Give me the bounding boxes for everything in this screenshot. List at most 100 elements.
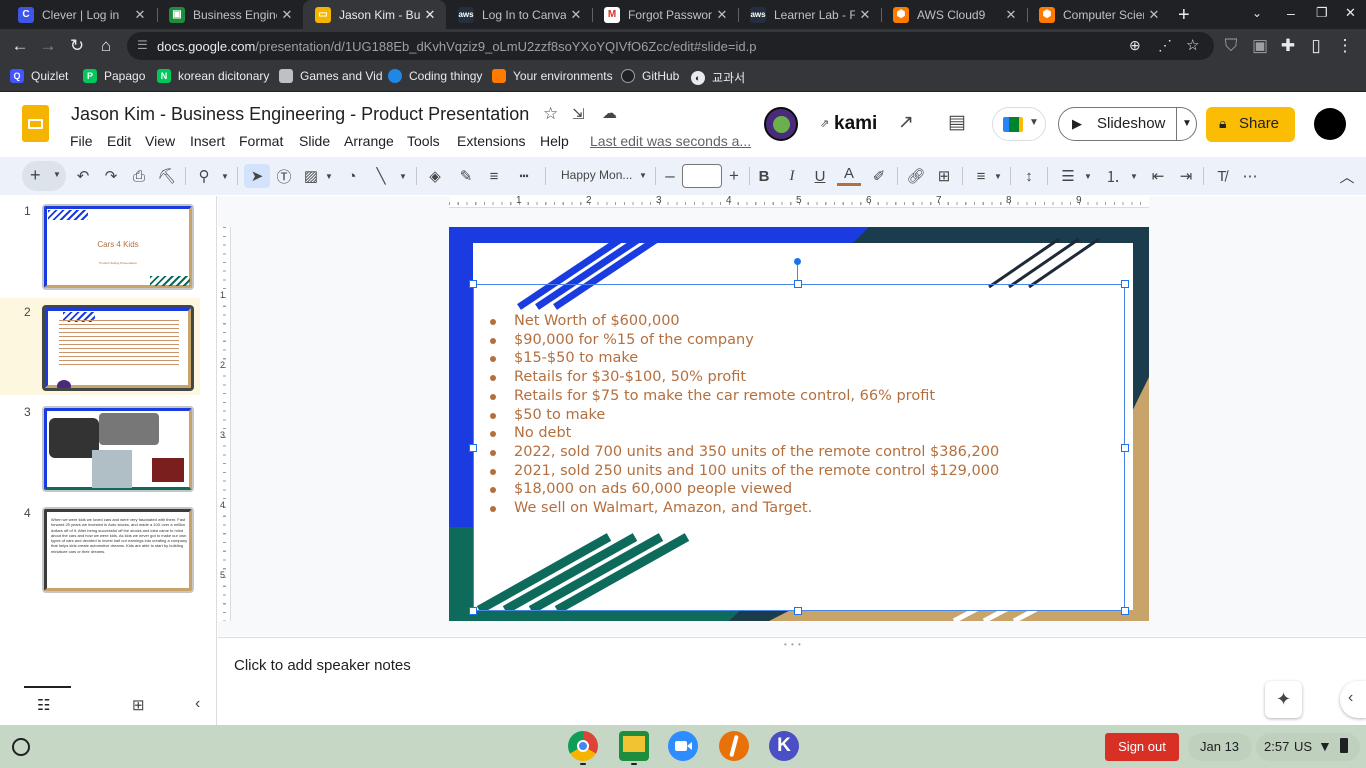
- expand-side-panel-icon[interactable]: ‹: [1340, 681, 1366, 718]
- zoom-icon[interactable]: ⊕: [1129, 37, 1141, 54]
- bookmark-textbook[interactable]: ◐ 교과서: [691, 69, 745, 86]
- resize-handle[interactable]: [1121, 607, 1129, 615]
- close-tab-icon[interactable]: ✕: [420, 7, 440, 23]
- slide-thumbnail-4[interactable]: When we were kids we loved cars and were…: [42, 507, 194, 593]
- maximize-icon[interactable]: ❐: [1316, 5, 1328, 21]
- tab-search-icon[interactable]: ⌄: [1252, 6, 1262, 20]
- kami-app-icon[interactable]: K: [769, 731, 799, 761]
- line-dropdown-icon[interactable]: ▼: [396, 164, 410, 188]
- new-slide-button[interactable]: + ▼: [22, 161, 66, 191]
- forward-icon[interactable]: →: [36, 34, 60, 58]
- bold-icon[interactable]: B: [753, 164, 775, 188]
- present-icon[interactable]: ▶: [1072, 116, 1082, 132]
- date-tray[interactable]: Jan 13: [1188, 733, 1252, 761]
- tab-clever[interactable]: C Clever | Log in ✕: [6, 0, 156, 29]
- font-family-select[interactable]: Happy Mon... ▼: [553, 164, 653, 188]
- select-cursor-icon[interactable]: ➤: [244, 164, 270, 188]
- underline-icon[interactable]: U: [809, 164, 831, 188]
- paint-format-icon[interactable]: ⛏: [156, 164, 178, 188]
- bookmark-coding-thingy[interactable]: Coding thingy: [388, 69, 482, 83]
- highlight-icon[interactable]: ✐: [868, 164, 890, 188]
- zoom-app-icon[interactable]: [668, 731, 698, 761]
- slideshow-button[interactable]: Slideshow: [1097, 115, 1165, 132]
- meet-button[interactable]: ▼: [992, 107, 1046, 141]
- border-dash-icon[interactable]: ┅: [513, 164, 535, 188]
- comments-icon[interactable]: ▤: [948, 111, 966, 134]
- resize-handle[interactable]: [794, 607, 802, 615]
- address-bar[interactable]: ☰ docs.google.com/presentation/d/1UG188E…: [127, 32, 1214, 60]
- line-spacing-icon[interactable]: ↕: [1018, 164, 1040, 188]
- shield-extension-icon[interactable]: ⛉: [1219, 34, 1243, 58]
- image-icon[interactable]: ▨: [300, 164, 322, 188]
- collapse-panel-icon[interactable]: ‹: [195, 695, 200, 713]
- bookmark-korean-dictionary[interactable]: Nkorean dicitonary: [157, 69, 269, 83]
- menu-format[interactable]: Format: [239, 133, 283, 149]
- slide-thumbnail-3[interactable]: [42, 406, 194, 492]
- align-icon[interactable]: ≡: [970, 164, 992, 188]
- resize-handle[interactable]: [1121, 280, 1129, 288]
- extension-box-icon[interactable]: ▣: [1248, 34, 1272, 58]
- menu-view[interactable]: View: [145, 133, 175, 149]
- status-tray[interactable]: 2:57 US ▼: [1256, 733, 1360, 761]
- minimize-icon[interactable]: –: [1287, 5, 1295, 21]
- decrease-font-size-icon[interactable]: –: [661, 164, 679, 188]
- undo-icon[interactable]: ↶: [72, 164, 94, 188]
- home-icon[interactable]: ⌂: [94, 34, 118, 58]
- menu-file[interactable]: File: [70, 133, 93, 149]
- bookmark-quizlet[interactable]: Q Quizlet: [10, 69, 68, 83]
- menu-insert[interactable]: Insert: [190, 133, 225, 149]
- slide-thumbnail-2[interactable]: [42, 305, 194, 391]
- tab-learner-lab[interactable]: aws Learner Lab - Fou ✕: [738, 0, 881, 29]
- resize-handle[interactable]: [469, 444, 477, 452]
- tab-jason-kim-slides[interactable]: ▭ Jason Kim - Busin ✕: [303, 0, 446, 29]
- sign-out-button[interactable]: Sign out: [1105, 733, 1179, 761]
- notes-resize-handle[interactable]: • • •: [784, 640, 802, 649]
- resize-handle[interactable]: [469, 280, 477, 288]
- tab-forgot-password[interactable]: M Forgot Password ✕: [592, 0, 738, 29]
- resize-handle[interactable]: [1121, 444, 1129, 452]
- browser-menu-icon[interactable]: ⋮: [1333, 34, 1357, 58]
- menu-tools[interactable]: Tools: [407, 133, 440, 149]
- resize-handle[interactable]: [794, 280, 802, 288]
- explore-button[interactable]: ✦: [1265, 681, 1302, 718]
- more-options-icon[interactable]: ⋯: [1239, 164, 1261, 188]
- close-tab-icon[interactable]: ✕: [712, 7, 732, 23]
- reload-icon[interactable]: ↻: [65, 34, 89, 58]
- new-tab-icon[interactable]: +: [1178, 4, 1190, 27]
- clear-formatting-icon[interactable]: T̸: [1211, 164, 1233, 188]
- bullet-list[interactable]: Net Worth of $600,000 $90,000 for %15 of…: [488, 312, 999, 518]
- bookmark-star-icon[interactable]: ☆: [1186, 36, 1199, 54]
- side-panel-icon[interactable]: ▯: [1304, 34, 1328, 58]
- slide-thumbnail-1[interactable]: Cars 4 Kids Product Selling Presentation: [42, 204, 194, 290]
- line-icon[interactable]: ╲: [370, 164, 392, 188]
- star-icon[interactable]: ☆: [543, 104, 558, 124]
- last-edit-link[interactable]: Last edit was seconds a...: [590, 133, 751, 149]
- chrome-icon[interactable]: [568, 731, 598, 761]
- close-tab-icon[interactable]: ✕: [855, 7, 875, 23]
- cloud-status-icon[interactable]: ☁: [602, 104, 617, 122]
- classroom-app-icon[interactable]: [619, 731, 649, 761]
- image-dropdown-icon[interactable]: ▼: [322, 164, 336, 188]
- extension-avatar-icon[interactable]: [764, 107, 798, 141]
- tab-computer-science[interactable]: ⬢ Computer Science ✕: [1027, 0, 1170, 29]
- fill-color-icon[interactable]: ◈: [424, 164, 446, 188]
- back-icon[interactable]: ←: [8, 34, 32, 58]
- border-weight-icon[interactable]: ≡: [483, 164, 505, 188]
- link-icon[interactable]: 🔗︎: [905, 164, 927, 188]
- menu-extensions[interactable]: Extensions: [457, 133, 525, 149]
- extensions-puzzle-icon[interactable]: ✚: [1276, 34, 1300, 58]
- menu-help[interactable]: Help: [540, 133, 569, 149]
- site-info-icon[interactable]: ☰: [137, 38, 148, 52]
- share-button[interactable]: 🔒︎ Share: [1206, 107, 1295, 142]
- increase-indent-icon[interactable]: ⇥: [1175, 164, 1197, 188]
- font-size-input[interactable]: [682, 164, 722, 188]
- add-comment-icon[interactable]: ⊞: [933, 164, 955, 188]
- tab-aws-cloud9[interactable]: ⬢ AWS Cloud9 ✕: [881, 0, 1027, 29]
- tab-canvas[interactable]: aws Log In to Canvas ✕: [446, 0, 592, 29]
- bullet-dropdown-icon[interactable]: ▼: [1082, 164, 1094, 188]
- bookmark-your-environments[interactable]: Your environments: [492, 69, 613, 83]
- menu-slide[interactable]: Slide: [299, 133, 330, 149]
- kami-button[interactable]: kami: [834, 113, 877, 135]
- redo-icon[interactable]: ↷: [100, 164, 122, 188]
- launcher-icon[interactable]: [12, 738, 30, 756]
